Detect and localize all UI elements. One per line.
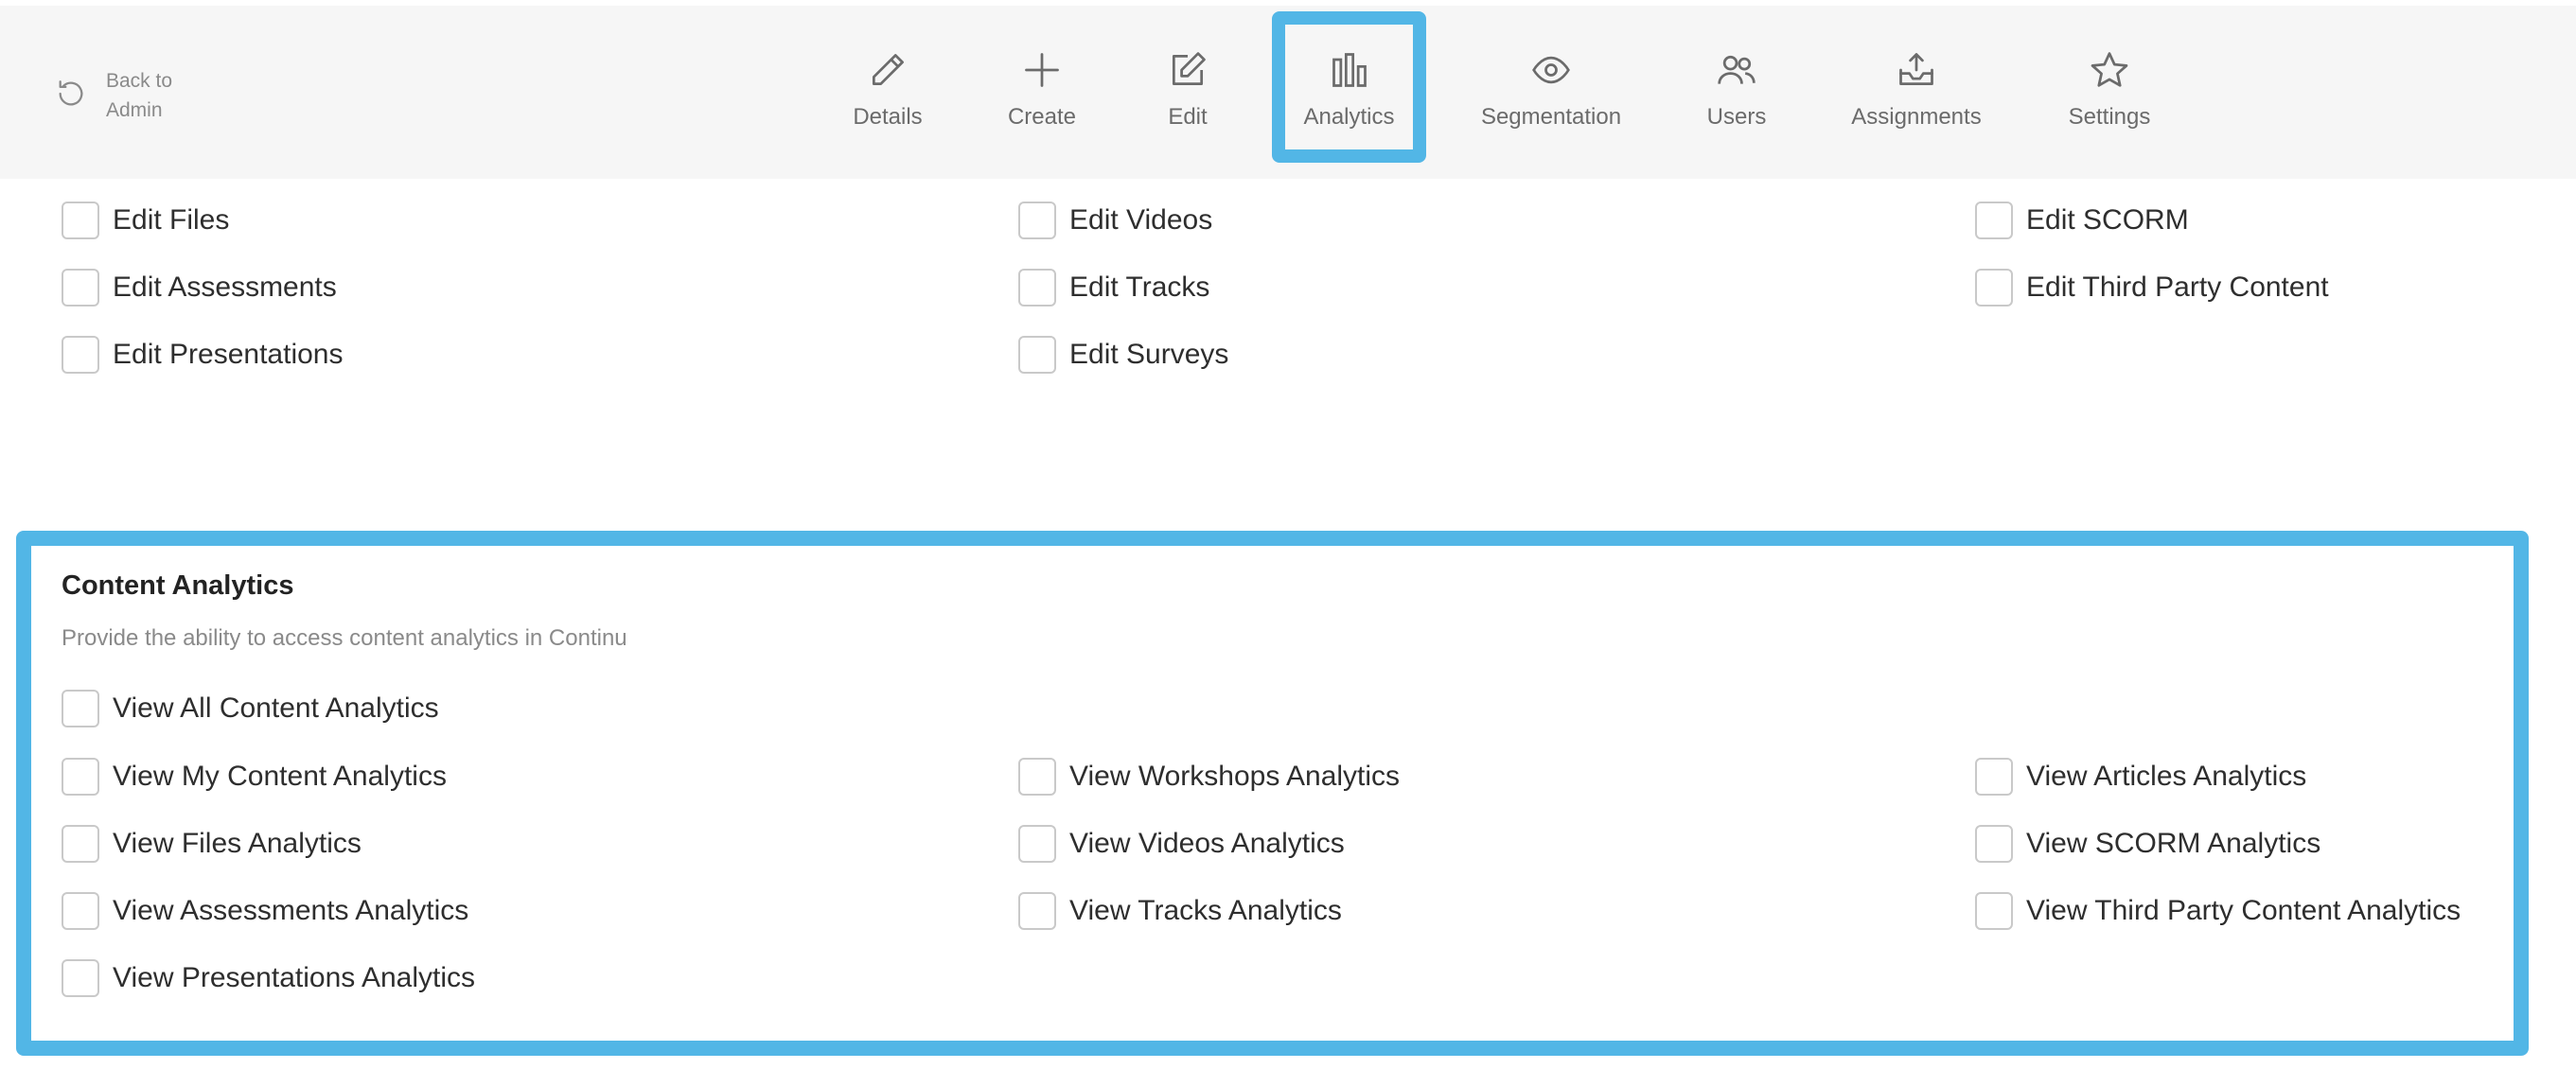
checkbox-view-videos-analytics[interactable]: View Videos Analytics <box>1018 825 1345 863</box>
checkbox[interactable] <box>62 336 99 374</box>
checkbox[interactable] <box>1975 269 2013 307</box>
checkbox-view-workshops-analytics[interactable]: View Workshops Analytics <box>1018 758 1400 796</box>
nav-tab-assignments[interactable]: Assignments <box>1846 11 1986 163</box>
back-to-admin-link[interactable]: Back to Admin <box>55 66 172 125</box>
nav-tab-users[interactable]: Users <box>1703 11 1770 163</box>
nav-tab-segmentation[interactable]: Segmentation <box>1475 11 1627 163</box>
nav-label: Details <box>853 104 923 130</box>
inbox-upload-icon <box>1899 53 1933 86</box>
back-to-admin-label: Back to Admin <box>106 66 172 125</box>
checkbox-view-assessments-analytics[interactable]: View Assessments Analytics <box>62 892 468 930</box>
checkbox[interactable] <box>1018 269 1056 307</box>
nav-label: Edit <box>1168 104 1208 130</box>
nav-label: Assignments <box>1851 104 1982 130</box>
checkbox-view-presentations-analytics[interactable]: View Presentations Analytics <box>62 959 475 997</box>
checkbox-view-files-analytics[interactable]: View Files Analytics <box>62 825 362 863</box>
checkbox[interactable] <box>62 959 99 997</box>
plus-icon <box>1025 53 1059 87</box>
checkbox-edit-scorm[interactable]: Edit SCORM <box>1975 202 2189 239</box>
checkbox[interactable] <box>1018 892 1056 930</box>
checkbox[interactable] <box>1975 202 2013 239</box>
checkbox-view-third-party-content-analytics[interactable]: View Third Party Content Analytics <box>1975 892 2461 930</box>
checkbox[interactable] <box>62 202 99 239</box>
checkbox-edit-assessments[interactable]: Edit Assessments <box>62 269 337 307</box>
edit-icon <box>1172 52 1206 86</box>
pencil-icon <box>872 54 904 86</box>
checkbox[interactable] <box>1975 825 2013 863</box>
checkbox-edit-tracks[interactable]: Edit Tracks <box>1018 269 1209 307</box>
checkbox-view-all-content-analytics[interactable]: View All Content Analytics <box>62 690 439 727</box>
checkbox[interactable] <box>1018 202 1056 239</box>
users-icon <box>1718 55 1756 84</box>
undo-icon <box>59 80 83 106</box>
checkbox[interactable] <box>62 269 99 307</box>
nav-label: Create <box>1007 104 1077 130</box>
section-title: Content Analytics <box>62 570 294 601</box>
nav-tab-details[interactable]: Details <box>850 11 926 163</box>
checkbox-edit-presentations[interactable]: Edit Presentations <box>62 336 343 374</box>
nav-tab-settings[interactable]: Settings <box>2062 11 2157 163</box>
checkbox[interactable] <box>62 690 99 727</box>
checkbox-view-scorm-analytics[interactable]: View SCORM Analytics <box>1975 825 2320 863</box>
nav-label: Settings <box>2068 104 2151 130</box>
nav-label: Users <box>1706 104 1767 130</box>
checkbox-label: Edit Assessments <box>113 272 337 303</box>
checkbox[interactable] <box>62 892 99 930</box>
checkbox-label: View All Content Analytics <box>113 692 439 724</box>
checkbox-label: Edit Third Party Content <box>2026 272 2329 303</box>
eye-icon <box>1532 56 1570 84</box>
back-label-line1: Back to <box>106 70 173 92</box>
nav-tab-edit[interactable]: Edit <box>1159 11 1216 163</box>
checkbox[interactable] <box>1975 758 2013 796</box>
checkbox-edit-third-party-content[interactable]: Edit Third Party Content <box>1975 269 2329 307</box>
checkbox-label: View My Content Analytics <box>113 761 447 792</box>
checkbox-label: Edit Videos <box>1069 204 1213 236</box>
checkbox-label: Edit SCORM <box>2026 204 2189 236</box>
checkbox-edit-videos[interactable]: Edit Videos <box>1018 202 1212 239</box>
nav-tab-create[interactable]: Create <box>1002 11 1082 163</box>
checkbox-view-my-content-analytics[interactable]: View My Content Analytics <box>62 758 447 796</box>
section-description: Provide the ability to access content an… <box>62 625 627 651</box>
nav-label: Segmentation <box>1480 104 1622 130</box>
checkbox-label: View Videos Analytics <box>1069 828 1345 859</box>
top-navigation-bar: Back to Admin Details Create Edit Analyt… <box>0 6 2576 179</box>
nav-tab-analytics[interactable]: Analytics <box>1272 11 1426 163</box>
star-icon <box>2091 52 2128 87</box>
checkbox-label: View Assessments Analytics <box>113 895 469 926</box>
checkbox-label: View Third Party Content Analytics <box>2026 895 2461 926</box>
checkbox-label: View Files Analytics <box>113 828 362 859</box>
checkbox-label: Edit Files <box>113 204 230 236</box>
checkbox-edit-files[interactable]: Edit Files <box>62 202 229 239</box>
checkbox-label: View Presentations Analytics <box>113 962 475 993</box>
checkbox-label: View Articles Analytics <box>2026 761 2307 792</box>
checkbox-label: View Workshops Analytics <box>1069 761 1401 792</box>
checkbox-label: Edit Tracks <box>1069 272 1210 303</box>
checkbox[interactable] <box>1018 336 1056 374</box>
checkbox-view-tracks-analytics[interactable]: View Tracks Analytics <box>1018 892 1342 930</box>
checkbox[interactable] <box>1018 825 1056 863</box>
checkbox[interactable] <box>62 758 99 796</box>
checkbox[interactable] <box>1018 758 1056 796</box>
bar-chart-icon <box>1332 53 1367 87</box>
checkbox-view-articles-analytics[interactable]: View Articles Analytics <box>1975 758 2306 796</box>
checkbox[interactable] <box>62 825 99 863</box>
checkbox-label: View Tracks Analytics <box>1069 895 1342 926</box>
back-label-line2: Admin <box>106 99 163 121</box>
checkbox[interactable] <box>1975 892 2013 930</box>
checkbox-label: Edit Surveys <box>1069 339 1229 370</box>
checkbox-label: Edit Presentations <box>113 339 344 370</box>
checkbox-edit-surveys[interactable]: Edit Surveys <box>1018 336 1228 374</box>
checkbox-label: View SCORM Analytics <box>2026 828 2321 859</box>
nav-label: Analytics <box>1303 104 1395 130</box>
